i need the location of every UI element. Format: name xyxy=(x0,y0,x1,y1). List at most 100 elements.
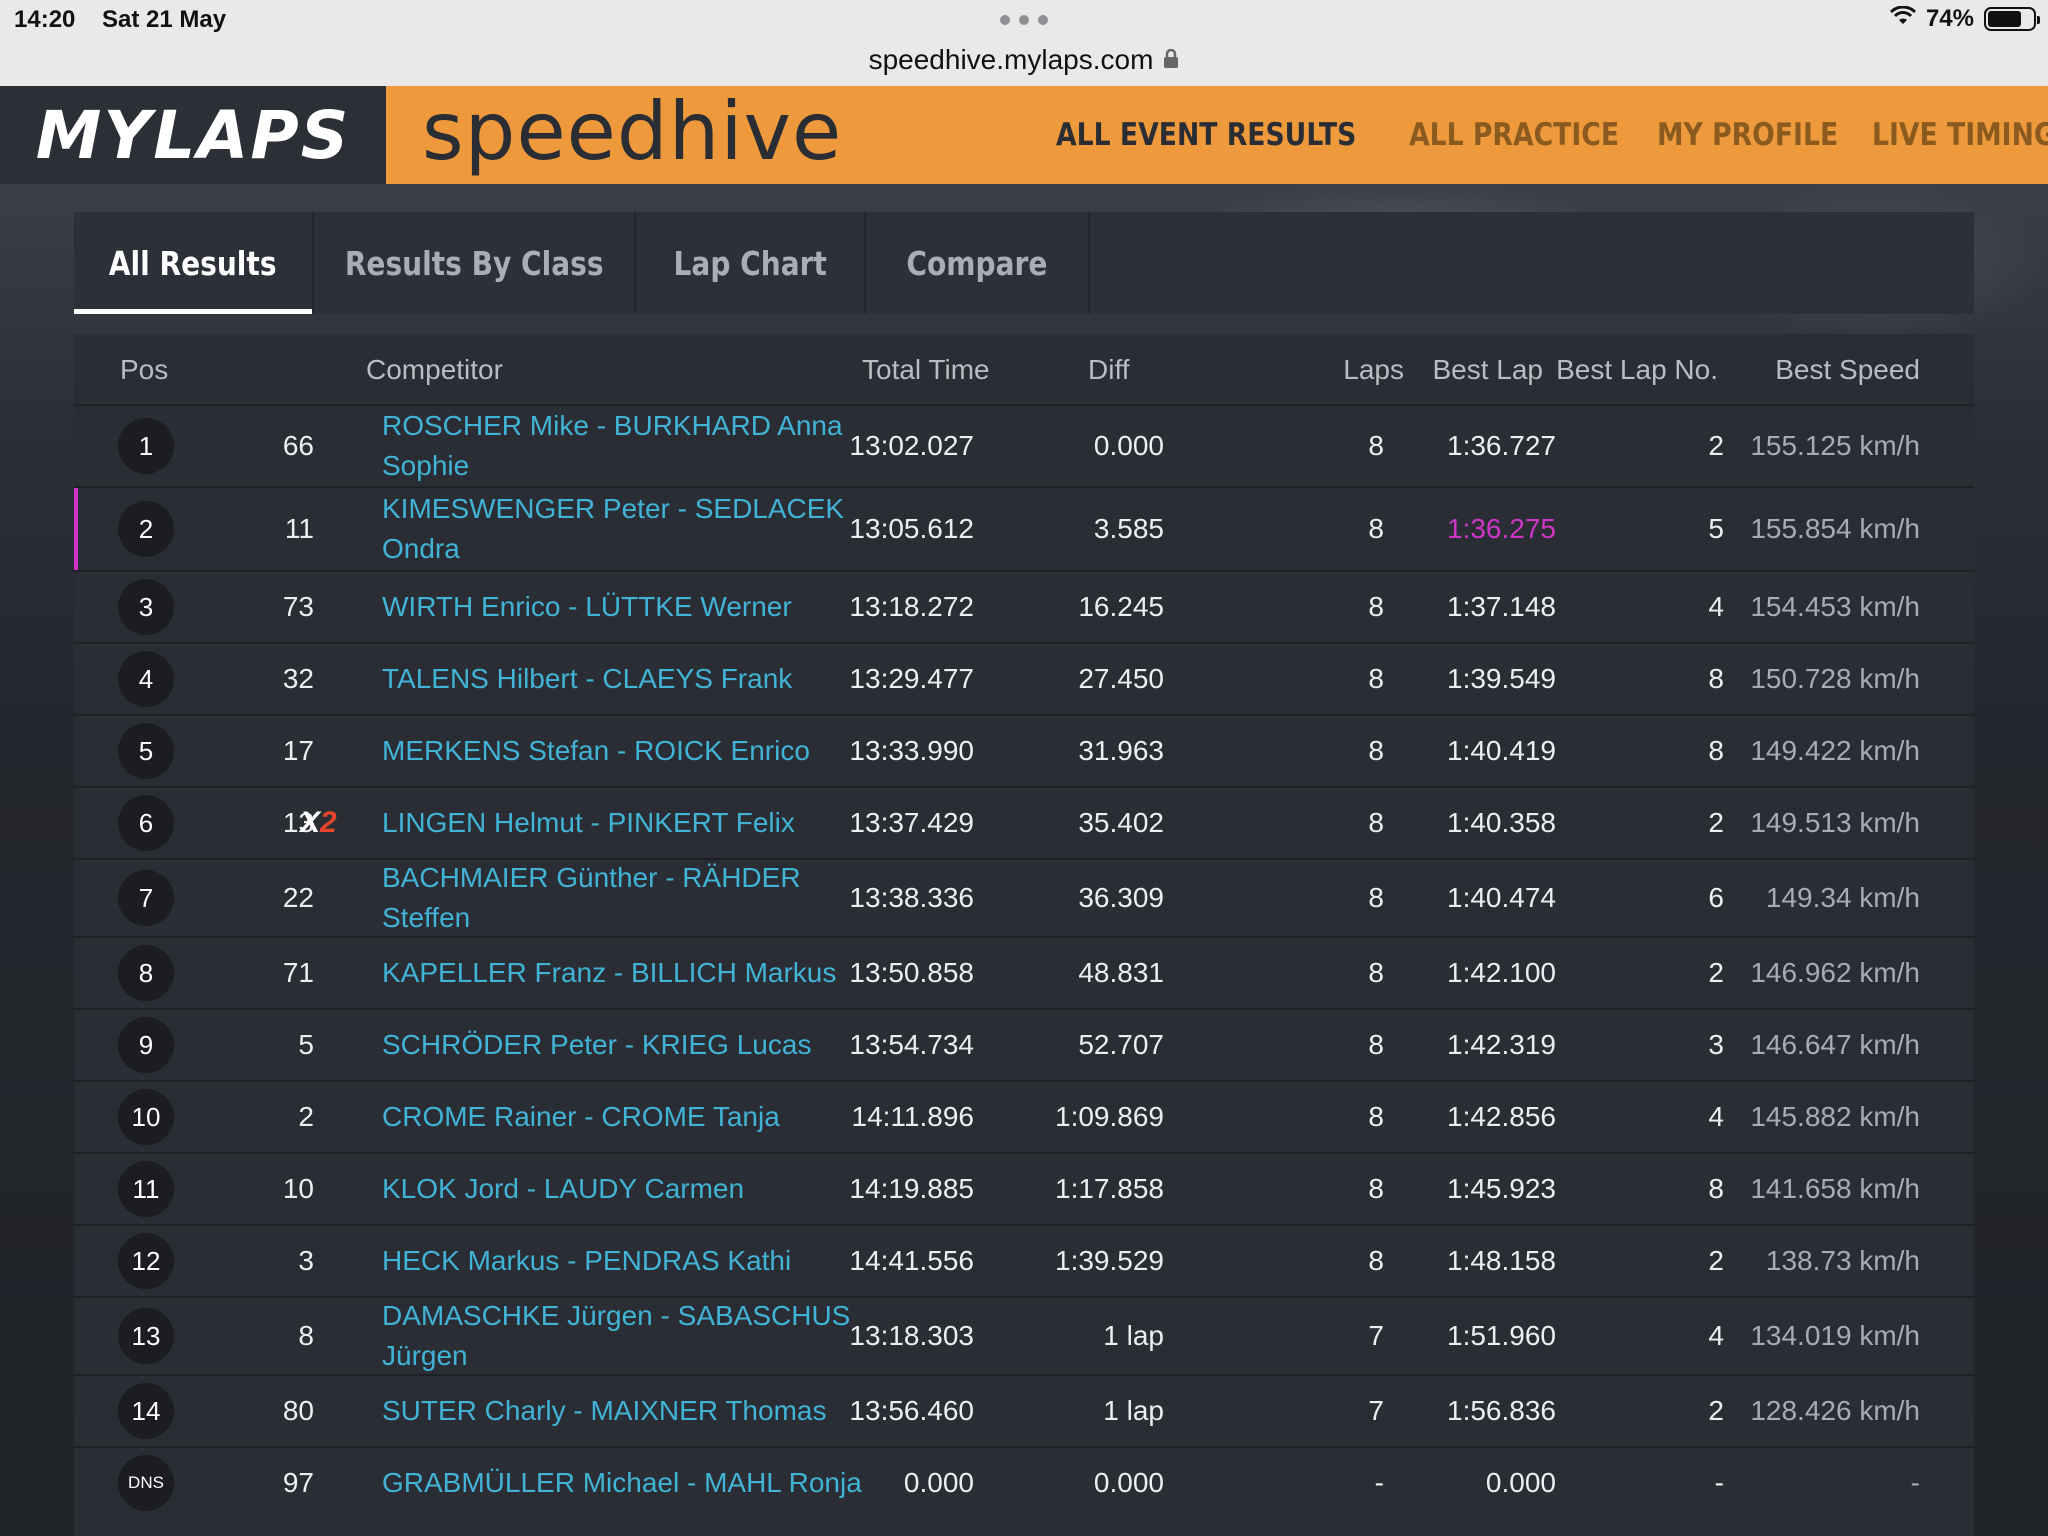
table-row[interactable]: DNS 97 GRABMÜLLER Michael - MAHL Ronja 0.00… xyxy=(74,1446,1974,1518)
table-row[interactable]: 9 5 SCHRÖDER Peter - KRIEG Lucas 13:54.734 5… xyxy=(74,1008,1974,1080)
total-time: 13:05.612 xyxy=(849,513,974,544)
car-number: 3 xyxy=(298,1245,314,1276)
best-speed: 141.658 km/h xyxy=(1750,1173,1920,1204)
tab-lap-chart[interactable]: Lap Chart xyxy=(636,212,866,314)
nav-my-profile[interactable]: MY PROFILE xyxy=(1657,117,1838,153)
competitor-link[interactable]: KLOK Jord - LAUDY Carmen xyxy=(382,1169,862,1209)
table-row[interactable]: 6 13 X2 LINGEN Helmut - PINKERT Felix 13:37.… xyxy=(74,786,1974,858)
best-lap: 1:36.727 xyxy=(1447,430,1556,461)
best-speed: 145.882 km/h xyxy=(1750,1101,1920,1132)
laps: 8 xyxy=(1368,591,1384,622)
nav-all-event-results[interactable]: ALL EVENT RESULTS xyxy=(1056,117,1356,153)
competitor-link[interactable]: BACHMAIER Günther - RÄHDER Steffen xyxy=(382,858,862,938)
table-row[interactable]: 11 10 KLOK Jord - LAUDY Carmen 14:19.885 1:1… xyxy=(74,1152,1974,1224)
table-row[interactable]: 2 11 KIMESWENGER Peter - SEDLACEK Ondra 13:… xyxy=(74,486,1974,570)
tab-results-by-class[interactable]: Results By Class xyxy=(314,212,636,314)
competitor-link[interactable]: WIRTH Enrico - LÜTTKE Werner xyxy=(382,587,862,627)
competitor-link[interactable]: SCHRÖDER Peter - KRIEG Lucas xyxy=(382,1025,862,1065)
best-lap-no: 2 xyxy=(1708,957,1724,988)
position-badge: 3 xyxy=(118,579,174,635)
competitor-link[interactable]: LINGEN Helmut - PINKERT Felix xyxy=(382,803,862,843)
position-badge: 8 xyxy=(118,945,174,1001)
table-row[interactable]: 7 22 BACHMAIER Günther - RÄHDER Steffen 13:… xyxy=(74,858,1974,936)
competitor-link[interactable]: MERKENS Stefan - ROICK Enrico xyxy=(382,731,862,771)
total-time: 13:33.990 xyxy=(849,735,974,766)
col-best-lap-no[interactable]: Best Lap No. xyxy=(1556,354,1718,386)
competitor-link[interactable]: CROME Rainer - CROME Tanja xyxy=(382,1097,862,1137)
laps: 8 xyxy=(1368,1245,1384,1276)
car-number: 17 xyxy=(282,735,314,766)
table-row[interactable]: 10 2 CROME Rainer - CROME Tanja 14:11.896 1:… xyxy=(74,1080,1974,1152)
col-total-time[interactable]: Total Time xyxy=(862,354,990,386)
total-time: 13:54.734 xyxy=(849,1029,974,1060)
position-badge: 1 xyxy=(118,418,174,474)
best-speed: 155.854 km/h xyxy=(1750,513,1920,544)
tab-all-results[interactable]: All Results xyxy=(74,212,314,314)
table-row[interactable]: 8 71 KAPELLER Franz - BILLICH Markus 13:50.… xyxy=(74,936,1974,1008)
competitor-link[interactable]: TALENS Hilbert - CLAEYS Frank xyxy=(382,659,862,699)
main-nav: ALL EVENT RESULTS ALL PRACTICE MY PROFIL… xyxy=(1056,86,2048,184)
position-badge: 5 xyxy=(118,723,174,779)
diff: 52.707 xyxy=(1078,1029,1164,1060)
diff: 16.245 xyxy=(1078,591,1164,622)
best-lap-no: 4 xyxy=(1708,1320,1724,1351)
best-lap: 1:40.419 xyxy=(1447,735,1556,766)
table-row[interactable]: 3 73 WIRTH Enrico - LÜTTKE Werner 13:18.272… xyxy=(74,570,1974,642)
table-row[interactable]: 13 8 DAMASCHKE Jürgen - SABASCHUS Jürgen 13… xyxy=(74,1296,1974,1374)
laps: 8 xyxy=(1368,882,1384,913)
diff: 35.402 xyxy=(1078,807,1164,838)
best-lap: 1:40.358 xyxy=(1447,807,1556,838)
total-time: 13:56.460 xyxy=(849,1395,974,1426)
best-lap-no: 2 xyxy=(1708,1245,1724,1276)
competitor-link[interactable]: KIMESWENGER Peter - SEDLACEK Ondra xyxy=(382,489,862,569)
table-row[interactable]: 14 80 SUTER Charly - MAIXNER Thomas 13:56.4… xyxy=(74,1374,1974,1446)
best-lap: 1:37.148 xyxy=(1447,591,1556,622)
col-diff[interactable]: Diff xyxy=(1088,354,1130,386)
laps: 8 xyxy=(1368,513,1384,544)
position-badge: 4 xyxy=(118,651,174,707)
position-badge: 7 xyxy=(118,870,174,926)
multitasking-dots-icon[interactable] xyxy=(1000,12,1048,28)
col-laps[interactable]: Laps xyxy=(1343,354,1404,386)
speedhive-logo[interactable]: speedhive xyxy=(422,86,842,184)
competitor-link[interactable]: DAMASCHKE Jürgen - SABASCHUS Jürgen xyxy=(382,1296,862,1376)
col-competitor[interactable]: Competitor xyxy=(366,354,503,386)
competitor-link[interactable]: KAPELLER Franz - BILLICH Markus xyxy=(382,953,862,993)
best-lap: 1:42.856 xyxy=(1447,1101,1556,1132)
competitor-link[interactable]: SUTER Charly - MAIXNER Thomas xyxy=(382,1391,862,1431)
diff: 1 lap xyxy=(1103,1320,1164,1351)
total-time: 13:37.429 xyxy=(849,807,974,838)
results-tabs: All Results Results By Class Lap Chart C… xyxy=(74,212,1974,314)
total-time: 13:38.336 xyxy=(849,882,974,913)
best-lap-no: 4 xyxy=(1708,1101,1724,1132)
nav-live-timing[interactable]: LIVE TIMING xyxy=(1872,117,2048,153)
col-best-lap[interactable]: Best Lap xyxy=(1432,354,1543,386)
total-time: 13:18.272 xyxy=(849,591,974,622)
table-row[interactable]: 5 17 MERKENS Stefan - ROICK Enrico 13:33.99… xyxy=(74,714,1974,786)
car-number: 97 xyxy=(282,1467,314,1498)
col-pos[interactable]: Pos xyxy=(120,354,168,386)
best-speed: 128.426 km/h xyxy=(1750,1395,1920,1426)
competitor-link[interactable]: HECK Markus - PENDRAS Kathi xyxy=(382,1241,862,1281)
best-lap: 1:45.923 xyxy=(1447,1173,1556,1204)
address-bar[interactable]: speedhive.mylaps.com xyxy=(0,40,2048,80)
table-row[interactable]: 4 32 TALENS Hilbert - CLAEYS Frank 13:29.47… xyxy=(74,642,1974,714)
diff: 36.309 xyxy=(1078,882,1164,913)
car-number: 5 xyxy=(298,1029,314,1060)
table-row[interactable]: 12 3 HECK Markus - PENDRAS Kathi 14:41.556 1… xyxy=(74,1224,1974,1296)
col-best-speed[interactable]: Best Speed xyxy=(1775,354,1920,386)
best-speed: 149.422 km/h xyxy=(1750,735,1920,766)
best-lap: 1:40.474 xyxy=(1447,882,1556,913)
laps: 8 xyxy=(1368,807,1384,838)
mylaps-logo[interactable]: MYLAPS xyxy=(0,86,386,184)
best-lap-no: 4 xyxy=(1708,591,1724,622)
nav-all-practice[interactable]: ALL PRACTICE xyxy=(1409,117,1619,153)
best-lap: 1:48.158 xyxy=(1447,1245,1556,1276)
competitor-link[interactable]: GRABMÜLLER Michael - MAHL Ronja xyxy=(382,1463,862,1503)
table-row[interactable]: 1 66 ROSCHER Mike - BURKHARD Anna Sophie 13… xyxy=(74,404,1974,486)
position-badge: 10 xyxy=(118,1089,174,1145)
car-number: 8 xyxy=(298,1320,314,1351)
competitor-link[interactable]: ROSCHER Mike - BURKHARD Anna Sophie xyxy=(382,406,862,486)
tab-compare[interactable]: Compare xyxy=(866,212,1090,314)
speedhive-bar: speedhive ALL EVENT RESULTS ALL PRACTICE… xyxy=(386,86,2048,194)
